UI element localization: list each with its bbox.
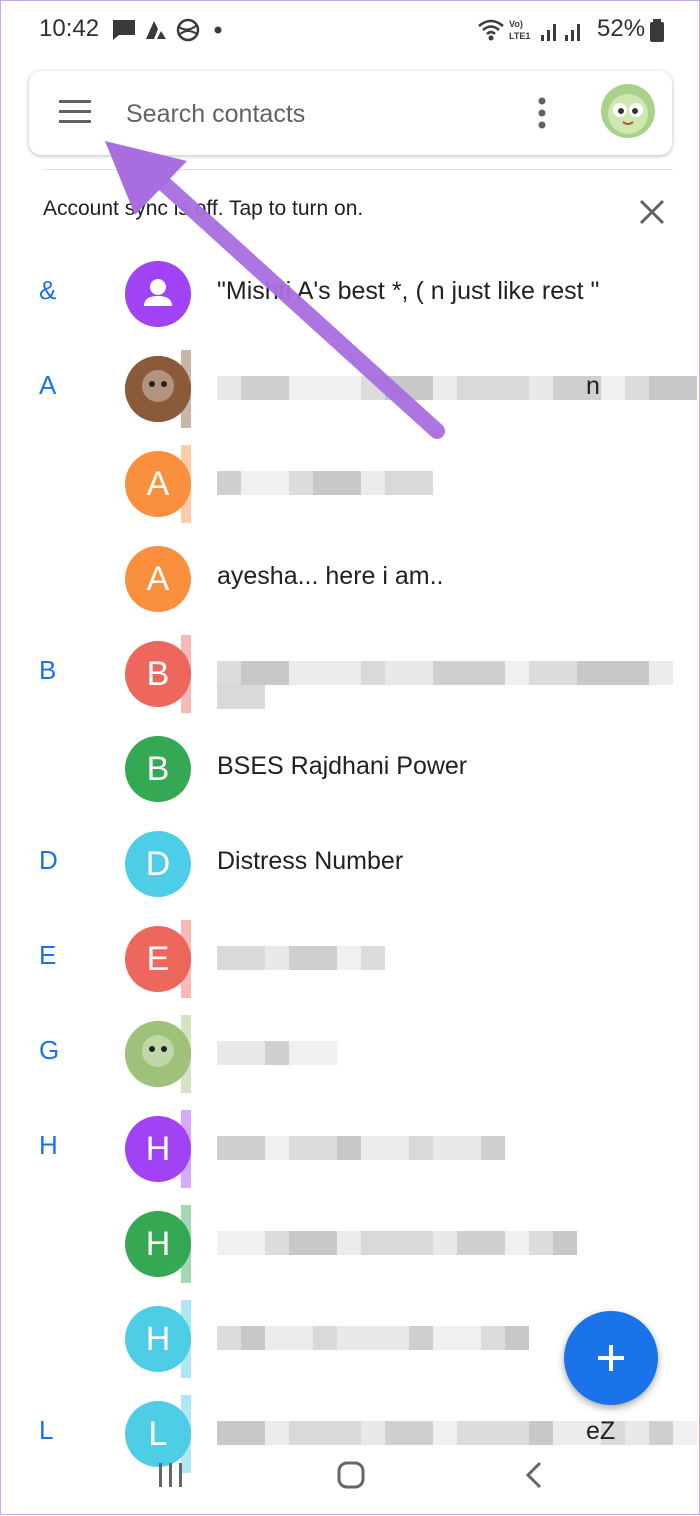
avatar-initial: E (146, 940, 170, 978)
contact-row[interactable]: HH (1, 1102, 700, 1197)
contact-row[interactable]: G (1, 1007, 700, 1102)
contact-avatar: B (125, 736, 191, 802)
contact-name: Distress Number (217, 847, 404, 875)
pixelated-name (217, 1326, 529, 1350)
pixelated-edge (181, 920, 191, 998)
avatar-initial: H (145, 1320, 171, 1358)
pixelated-name (217, 471, 433, 495)
account-sync-banner[interactable]: Account sync is off. Tap to turn on. (43, 197, 363, 221)
back-icon[interactable] (521, 1459, 547, 1493)
hamburger-menu-icon[interactable] (59, 99, 93, 125)
avatar-initial: A (146, 465, 170, 503)
section-letter: G (39, 1035, 60, 1065)
app-logo-icon (146, 21, 166, 39)
status-time: 10:42 (39, 15, 100, 42)
pixelated-name (217, 376, 697, 400)
contact-name: ayesha... here i am.. (217, 562, 444, 590)
wifi-icon (478, 19, 504, 41)
contact-name: BSES Rajdhani Power (217, 752, 468, 780)
contact-row[interactable]: An (1, 342, 700, 437)
avatar-initial: B (146, 750, 170, 788)
avatar-initial: A (146, 560, 170, 598)
pixelated-edge (181, 1110, 191, 1188)
pixelated-edge (181, 350, 191, 428)
contact-row[interactable]: EE (1, 912, 700, 1007)
pixelated-edge (181, 1015, 191, 1093)
notification-dot-icon (214, 26, 222, 34)
section-letter: E (39, 940, 57, 970)
contact-row[interactable]: BB (1, 627, 700, 722)
battery-icon (650, 19, 664, 42)
pixelated-name (217, 1231, 577, 1255)
contact-row[interactable]: D D Distress Number (1, 817, 700, 912)
contact-name: "Mishti A's best *, ( n just like rest " (217, 277, 600, 305)
section-letter: & (39, 275, 57, 305)
avatar-initial: H (145, 1225, 171, 1263)
svg-text:Vo): Vo) (509, 19, 523, 29)
contact-row[interactable]: & "Mishti A's best *, ( n just like rest … (1, 247, 700, 342)
navigation-bar (1, 1441, 700, 1516)
battery-percent: 52% (597, 15, 646, 42)
pixelated-name (217, 946, 385, 970)
pixelated-edge (181, 1205, 191, 1283)
contact-row[interactable]: H (1, 1197, 700, 1292)
pixelated-name (217, 1041, 337, 1065)
contact-row[interactable]: Aayesha... here i am.. (1, 532, 700, 627)
add-icon (598, 1345, 624, 1371)
account-avatar-image (601, 84, 655, 138)
svg-text:LTE1: LTE1 (509, 31, 530, 41)
message-icon (113, 20, 135, 40)
search-input[interactable] (124, 93, 508, 135)
volte-icon: Vo) LTE1 (509, 19, 530, 41)
status-bar: 10:42 Vo) LTE1 52% (1, 1, 700, 61)
avatar-initial: H (145, 1130, 171, 1168)
contact-row[interactable]: B BSES Rajdhani Power (1, 722, 700, 817)
contact-avatar: D (125, 831, 191, 897)
home-icon[interactable] (335, 1459, 369, 1493)
section-letter: A (39, 370, 57, 400)
add-contact-button[interactable] (564, 1311, 658, 1405)
pixelated-name (217, 1136, 505, 1160)
more-vert-icon[interactable] (527, 93, 557, 133)
section-letter: D (39, 845, 58, 875)
search-bar (29, 71, 672, 155)
avatar-initial: D (145, 845, 171, 883)
contact-avatar (125, 261, 191, 327)
recents-icon[interactable] (156, 1459, 186, 1493)
person-icon (144, 279, 172, 306)
section-letter: H (39, 1130, 58, 1160)
close-icon[interactable] (637, 197, 667, 227)
signal-icon-2 (565, 24, 580, 41)
pixelated-edge (181, 445, 191, 523)
signal-icon (541, 24, 556, 41)
pixelated-edge (181, 635, 191, 713)
avatar-initial: B (146, 655, 170, 693)
contact-avatar: A (125, 546, 191, 612)
divider (43, 169, 673, 170)
contact-name-tail: n (586, 372, 600, 400)
section-letter: B (39, 655, 57, 685)
pixelated-edge (181, 1300, 191, 1378)
globe-icon (176, 18, 200, 42)
account-avatar[interactable] (601, 84, 655, 138)
contact-row[interactable]: A (1, 437, 700, 532)
pixelated-name (217, 661, 700, 709)
